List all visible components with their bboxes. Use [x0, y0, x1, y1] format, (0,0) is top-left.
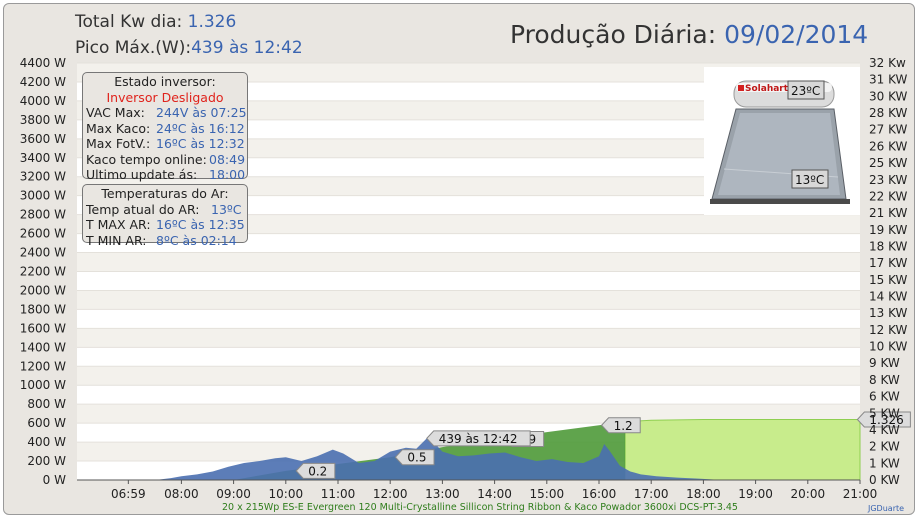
- kaco-online-row: Kaco tempo online: 08:49: [86, 151, 246, 167]
- y-left-tick-label: 400 W: [27, 435, 66, 449]
- y-right-tick-label: 27 KW: [869, 123, 908, 137]
- y-right-tick-label: 8 KW: [869, 373, 900, 387]
- plot-band: [77, 252, 860, 272]
- left-axis: 0 W 200 W 400 W 600 W 800 W 1000 W 1200 W 1400 …: [20, 56, 66, 487]
- x-tick-label: 08:00: [164, 487, 199, 501]
- y-right-tick-label: 15 KW: [869, 273, 908, 287]
- y-left-tick-label: 1600 W: [20, 321, 66, 335]
- author-credit: JGDuarte: [868, 504, 905, 513]
- energy-label-10h: 0.2: [295, 462, 336, 479]
- plot-band: [77, 328, 860, 348]
- x-axis: 06:59 08:00 09:00 10:00 11:00 12:00 13:00 14:00…: [77, 479, 878, 501]
- y-left-tick-label: 0 W: [43, 473, 66, 487]
- y-left-tick-label: 3000 W: [20, 189, 66, 203]
- max-kaco-row: Max Kaco: 24ºC às 16:12: [86, 120, 245, 136]
- y-right-tick-label: 14 KW: [869, 290, 908, 304]
- x-tick-label: 06:59: [111, 487, 146, 501]
- y-left-tick-label: 2600 W: [20, 227, 66, 241]
- x-tick-label: 13:00: [425, 487, 460, 501]
- peak-label: 439 às 12:42: [426, 430, 531, 447]
- solar-heater-image: Solahart 23ºC 13ºC: [704, 67, 860, 215]
- plot-band: [77, 290, 860, 310]
- x-tick-label: 17:00: [634, 487, 669, 501]
- plot-band: [77, 366, 860, 386]
- y-left-tick-label: 1000 W: [20, 378, 66, 392]
- y-right-tick-label: 18 KW: [869, 239, 908, 253]
- x-tick-label: 14:00: [477, 487, 512, 501]
- system-description: 20 x 215Wp ES-E Evergreen 120 Multi-Crys…: [222, 502, 738, 513]
- x-tick-label: 18:00: [686, 487, 721, 501]
- y-left-tick-label: 1400 W: [20, 340, 66, 354]
- y-left-tick-label: 200 W: [27, 454, 66, 468]
- callout-text: 1.2: [614, 419, 633, 433]
- x-tick-label: 16:00: [582, 487, 617, 501]
- y-right-tick-label: 25 KW: [869, 156, 908, 170]
- max-fotv-row: Max FotV.: 16ºC às 12:32: [86, 136, 245, 151]
- y-left-tick-label: 3600 W: [20, 132, 66, 146]
- y-right-tick-label: 6 KW: [869, 390, 900, 404]
- air-temperature-box: Temperaturas do Ar: Temp atual do AR: 13º…: [82, 184, 248, 248]
- y-right-tick-label: 26 KW: [869, 139, 908, 153]
- y-left-tick-label: 2200 W: [20, 265, 66, 279]
- y-right-tick-label: 13 KW: [869, 306, 908, 320]
- y-right-tick-label: 12 KW: [869, 323, 908, 337]
- heater-brand: Solahart: [745, 84, 789, 94]
- temp-min-row: T MIN AR: 8ºC às 02:14: [86, 232, 237, 248]
- y-right-tick-label: 28 KW: [869, 106, 908, 120]
- y-right-tick-label: 4 KW: [869, 423, 900, 437]
- temp-now-row: Temp atual do AR: 13ºC: [86, 201, 242, 217]
- y-left-tick-label: 2800 W: [20, 208, 66, 222]
- y-right-tick-label: 19 KW: [869, 223, 908, 237]
- y-right-tick-label: 23 KW: [869, 173, 908, 187]
- y-right-tick-label: 21 KW: [869, 206, 908, 220]
- y-left-tick-label: 800 W: [27, 397, 66, 411]
- y-left-tick-label: 3800 W: [20, 113, 66, 127]
- panel-temp: 13ºC: [795, 173, 824, 187]
- y-left-tick-label: 4400 W: [20, 56, 66, 70]
- y-left-tick-label: 1800 W: [20, 302, 66, 316]
- y-right-tick-label: 17 KW: [869, 256, 908, 270]
- y-left-tick-label: 4000 W: [20, 94, 66, 108]
- x-tick-label: 10:00: [269, 487, 304, 501]
- y-right-tick-label: 0 KW: [869, 473, 900, 487]
- energy-label-16h: 1.2: [600, 417, 641, 434]
- y-right-tick-label: 10 KW: [869, 340, 908, 354]
- callout-text: 439 às 12:42: [439, 432, 518, 446]
- x-tick-label: 11:00: [321, 487, 356, 501]
- temp-max-row: T MAX AR: 16ºC às 12:35: [86, 217, 245, 232]
- air-box-title: Temperaturas do Ar:: [101, 186, 229, 201]
- inverter-status: Inversor Desligado: [106, 89, 224, 105]
- x-tick-label: 15:00: [530, 487, 565, 501]
- inverter-status-box: Estado inversor: Inversor Desligado VAC …: [82, 72, 248, 182]
- y-left-tick-label: 600 W: [27, 416, 66, 430]
- tank-temp: 23ºC: [791, 84, 820, 98]
- x-tick-label: 09:00: [216, 487, 251, 501]
- x-tick-label: 21:00: [843, 487, 878, 501]
- y-left-tick-label: 2000 W: [20, 283, 66, 297]
- y-right-tick-label: 2 KW: [869, 440, 900, 454]
- energy-area-tail: [624, 419, 861, 481]
- y-right-tick-label: 31 KW: [869, 73, 908, 87]
- y-left-tick-label: 3200 W: [20, 170, 66, 184]
- y-right-tick-label: 5 KW: [869, 406, 900, 420]
- energy-label-12h: 0.5: [394, 449, 435, 466]
- y-left-tick-label: 4200 W: [20, 75, 66, 89]
- y-right-tick-label: 32 Kw: [869, 56, 906, 70]
- callout-text: 0.2: [308, 464, 327, 478]
- y-right-tick-label: 22 KW: [869, 189, 908, 203]
- vac-max-row: VAC Max: 244V às 07:25: [86, 105, 247, 120]
- y-left-tick-label: 3400 W: [20, 151, 66, 165]
- y-left-tick-label: 1200 W: [20, 359, 66, 373]
- x-tick-label: 12:00: [373, 487, 408, 501]
- y-right-tick-label: 1 KW: [869, 456, 900, 470]
- y-left-tick-label: 2400 W: [20, 246, 66, 260]
- callout-text: 0.5: [407, 451, 426, 465]
- inverter-box-title: Estado inversor:: [114, 74, 216, 89]
- last-update-row: Ultimo update ás: 18:00: [86, 167, 246, 182]
- x-tick-label: 19:00: [738, 487, 773, 501]
- x-tick-label: 20:00: [791, 487, 826, 501]
- y-right-tick-label: 9 KW: [869, 356, 900, 370]
- y-right-tick-label: 30 KW: [869, 89, 908, 103]
